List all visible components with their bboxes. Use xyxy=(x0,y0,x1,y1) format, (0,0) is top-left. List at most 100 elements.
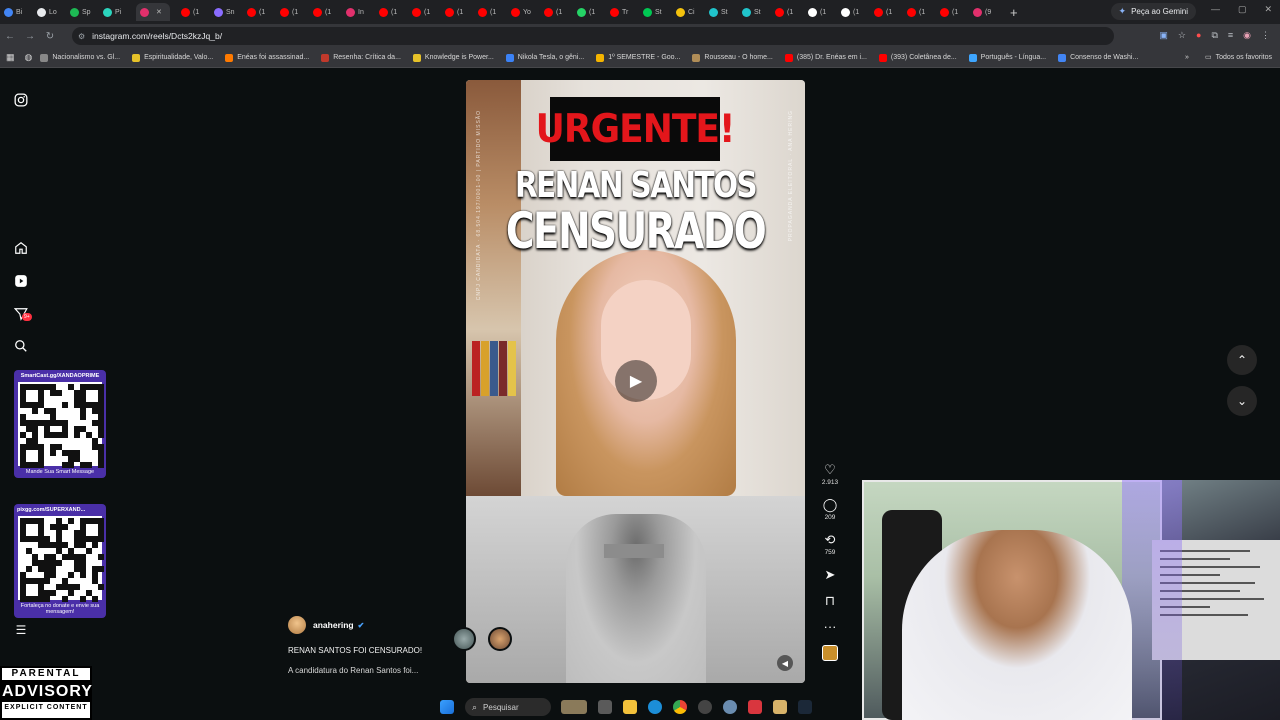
browser-tab[interactable]: Sp xyxy=(70,3,92,21)
bookmark-item[interactable]: (393) Coletânea de... xyxy=(878,53,957,62)
browser-tab[interactable]: (1 xyxy=(478,3,500,21)
browser-tab[interactable]: St xyxy=(709,3,731,21)
repost-button[interactable]: ⟲ 759 xyxy=(825,532,836,556)
bookmark-item[interactable]: Knowledge is Power... xyxy=(412,53,494,62)
urgente-banner: URGENTE! xyxy=(536,97,735,161)
reel-video[interactable]: CNPJ CANDIDATA · 68.504.197/0001-00 | PA… xyxy=(466,80,805,683)
browser-tab[interactable]: Bi xyxy=(4,3,26,21)
browser-tab[interactable]: (1 xyxy=(874,3,896,21)
share-icon: ➤ xyxy=(824,567,836,582)
browser-tab[interactable]: (1 xyxy=(181,3,203,21)
browser-tab[interactable]: (1 xyxy=(379,3,401,21)
close-window-icon[interactable]: ✕ xyxy=(1264,4,1272,15)
windows-start-icon[interactable] xyxy=(440,700,454,714)
browser-tab[interactable]: (9 xyxy=(973,3,995,21)
app-icon-file[interactable] xyxy=(773,700,787,714)
bookmark-item[interactable]: Rousseau - O home... xyxy=(692,53,773,62)
bookmark-item[interactable]: Enéas foi assassinad... xyxy=(225,53,309,62)
browser-tab[interactable]: (1 xyxy=(313,3,335,21)
edge-icon[interactable] xyxy=(648,700,662,714)
maximize-icon[interactable]: ▢ xyxy=(1238,4,1247,15)
bookmark-item[interactable]: Espiritualidade, Valo... xyxy=(132,53,213,62)
browser-tab[interactable]: (1 xyxy=(808,3,830,21)
caption-preview[interactable]: A candidatura do Renan Santos foi... xyxy=(288,666,468,675)
more-options-button[interactable]: ··· xyxy=(824,619,837,634)
bookmark-item[interactable]: Consenso de Washi... xyxy=(1058,53,1138,62)
more-menu-icon[interactable]: ☰ xyxy=(13,622,29,638)
bookmark-item[interactable]: Nikola Tesla, o gêni... xyxy=(505,53,584,62)
profile-avatar[interactable]: ◉ xyxy=(1243,30,1251,41)
search-icon[interactable] xyxy=(13,338,29,354)
bookmark-item[interactable]: 1º SEMESTRE - Goo... xyxy=(596,53,680,62)
browser-tab[interactable]: (1 xyxy=(445,3,467,21)
author-row[interactable]: anahering ✔ xyxy=(288,616,468,634)
steam-icon[interactable] xyxy=(798,700,812,714)
widgets-icon[interactable] xyxy=(561,700,587,714)
all-bookmarks-folder[interactable]: » ▭ Todos os favoritos xyxy=(1185,53,1272,62)
browser-tab[interactable]: (1 xyxy=(907,3,929,21)
browser-tab[interactable]: Lo xyxy=(37,3,59,21)
play-icon[interactable]: ▶ xyxy=(615,360,657,402)
bookmark-globe-icon[interactable]: ◍ xyxy=(25,52,33,63)
avatar[interactable] xyxy=(288,616,306,634)
browser-tab[interactable]: Pi xyxy=(103,3,125,21)
close-tab-icon[interactable]: ✕ xyxy=(156,8,162,16)
previous-reel-button[interactable]: ⌃ xyxy=(1227,345,1257,375)
browser-tab[interactable]: (1 xyxy=(280,3,302,21)
taskbar-search[interactable]: ⌕ Pesquisar xyxy=(465,698,551,716)
share-button[interactable]: ➤ xyxy=(825,567,836,582)
browser-menu-icon[interactable]: ⋮ xyxy=(1261,30,1270,41)
bookmark-item[interactable]: Nacionalismo vs. Gl... xyxy=(40,53,120,62)
browser-tab[interactable]: (1 xyxy=(841,3,863,21)
browser-tab[interactable]: (1 xyxy=(247,3,269,21)
reels-icon[interactable] xyxy=(13,273,29,289)
browser-tab[interactable]: (1 xyxy=(544,3,566,21)
settings-icon[interactable] xyxy=(723,700,737,714)
browser-tab[interactable]: Yo xyxy=(511,3,533,21)
next-reel-button[interactable]: ⌄ xyxy=(1227,386,1257,416)
url-bar[interactable]: ⚙ instagram.com/reels/Dcts2kzJq_b/ xyxy=(72,27,1114,45)
browser-tab[interactable]: (1 xyxy=(775,3,797,21)
bookmark-item[interactable]: Português - Língua... xyxy=(968,53,1046,62)
bookmark-item[interactable]: (385) Dr. Enéas em i... xyxy=(784,53,867,62)
task-view-icon[interactable] xyxy=(598,700,612,714)
audio-thumbnail[interactable] xyxy=(822,645,838,661)
comment-button[interactable]: ◯ 209 xyxy=(823,497,838,521)
mute-icon[interactable]: ◀ xyxy=(777,655,793,671)
extension-icon[interactable]: ● xyxy=(1196,30,1201,41)
collaborator-avatars[interactable] xyxy=(452,625,517,653)
forward-icon[interactable]: → xyxy=(20,31,40,42)
obs-icon[interactable] xyxy=(698,700,712,714)
back-icon[interactable]: ← xyxy=(0,31,20,42)
minimize-icon[interactable]: — xyxy=(1211,4,1220,15)
like-button[interactable]: ♡ 2.913 xyxy=(822,462,838,486)
author-name[interactable]: anahering xyxy=(313,620,354,630)
browser-tab[interactable]: (1 xyxy=(412,3,434,21)
browser-tab[interactable]: (1 xyxy=(577,3,599,21)
browser-tab[interactable]: Sn xyxy=(214,3,236,21)
browser-tab[interactable]: ✕ xyxy=(136,3,170,21)
browser-tab[interactable]: Ci xyxy=(676,3,698,21)
browser-tab[interactable]: In xyxy=(346,3,368,21)
home-icon[interactable] xyxy=(13,240,29,256)
browser-tab[interactable]: St xyxy=(643,3,665,21)
gemini-button[interactable]: ✦ Peça ao Gemini xyxy=(1110,3,1196,20)
extensions-puzzle-icon[interactable]: ⧉ xyxy=(1211,30,1217,41)
overflow-chevron-icon[interactable]: » xyxy=(1185,54,1189,61)
chrome-icon[interactable] xyxy=(673,700,687,714)
media-control-icon[interactable]: ≡ xyxy=(1228,30,1233,41)
instagram-logo-icon[interactable] xyxy=(13,92,29,108)
file-explorer-icon[interactable] xyxy=(623,700,637,714)
browser-tab[interactable]: Tr xyxy=(610,3,632,21)
app-icon-red[interactable] xyxy=(748,700,762,714)
site-info-icon[interactable]: ⚙ xyxy=(78,32,85,41)
browser-tab[interactable]: (1 xyxy=(940,3,962,21)
browser-tab[interactable]: St xyxy=(742,3,764,21)
new-tab-button[interactable]: + xyxy=(1010,5,1018,20)
reload-icon[interactable]: ↻ xyxy=(40,31,60,42)
apps-grid-icon[interactable]: ▦ xyxy=(6,52,15,63)
save-button[interactable]: ⊓ xyxy=(825,593,835,608)
translate-icon[interactable]: ▣ xyxy=(1159,30,1168,41)
bookmark-item[interactable]: Resenha: Crítica da... xyxy=(321,53,401,62)
bookmark-star-icon[interactable]: ☆ xyxy=(1178,30,1186,41)
